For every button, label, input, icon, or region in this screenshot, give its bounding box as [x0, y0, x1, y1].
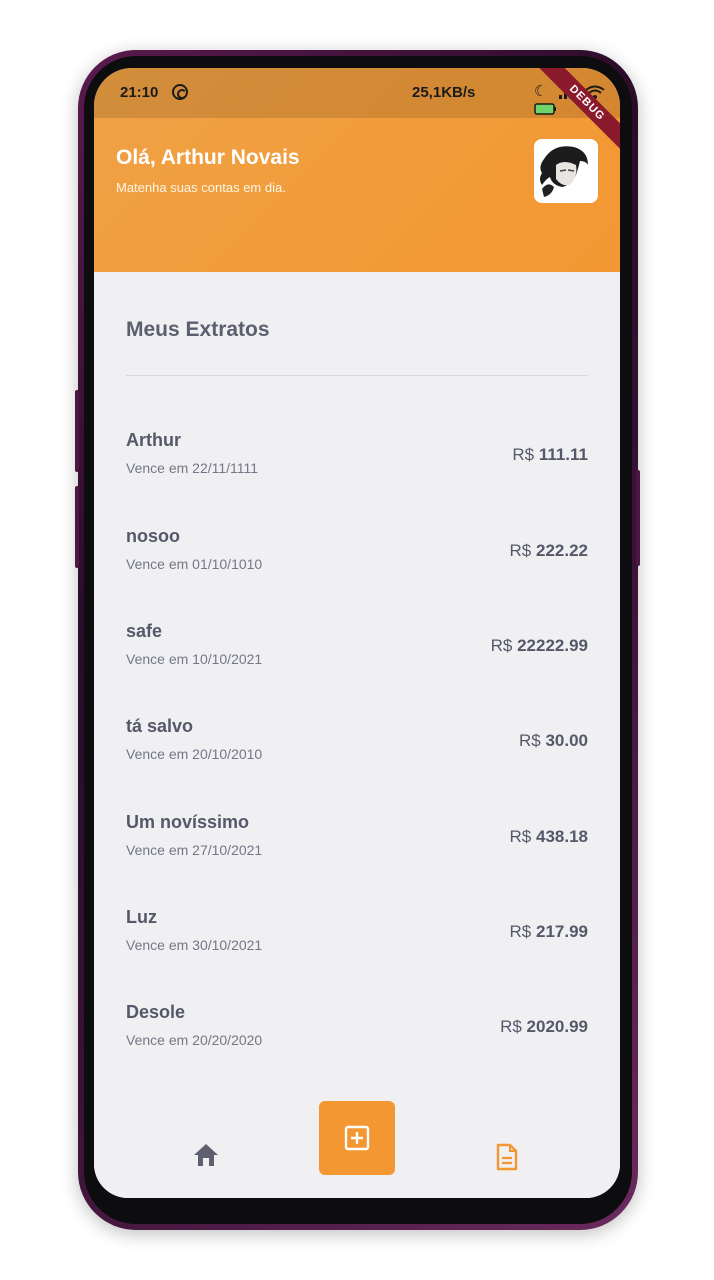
status-time: 21:10: [120, 84, 159, 101]
bill-name: safe: [126, 621, 163, 641]
bill-amount: R$ 30.00: [518, 731, 588, 750]
list-item[interactable]: Luz Vence em 30/10/2021 R$ 217.99: [126, 907, 588, 977]
nav-add-button[interactable]: [319, 1101, 395, 1175]
avatar-image: [534, 139, 598, 203]
list-item[interactable]: nosoo Vence em 01/10/1010 R$ 222.22: [126, 526, 588, 596]
bill-name: Desole: [126, 1002, 186, 1022]
bill-due-date: Vence em 20/10/2010: [126, 746, 263, 762]
avatar[interactable]: [534, 139, 598, 203]
add-box-icon: [344, 1125, 370, 1151]
list-item[interactable]: safe Vence em 10/10/2021 R$ 22222.99: [126, 621, 588, 691]
nav-home-button[interactable]: [192, 1142, 220, 1168]
bill-due-date: Vence em 22/11/1111: [126, 460, 259, 476]
bill-name: tá salvo: [126, 716, 194, 736]
app-screen: 21:10 25,1KB/s ☾ DEBUG Olá, Arthur Novai…: [94, 68, 620, 1198]
status-bar: 21:10 25,1KB/s ☾: [94, 68, 620, 118]
nav-statements-button[interactable]: [496, 1143, 518, 1171]
bill-name: Um novíssimo: [126, 812, 250, 832]
bill-amount: R$ 217.99: [509, 922, 588, 941]
list-item[interactable]: Um novíssimo Vence em 27/10/2021 R$ 438.…: [126, 812, 588, 882]
greeting-subtitle: Matenha suas contas em dia.: [116, 180, 286, 195]
bottom-nav: [94, 1088, 620, 1198]
statements-section: Meus Extratos Arthur Vence em 22/11/1111…: [94, 272, 620, 1198]
power-button: [636, 470, 640, 566]
sync-icon: [172, 84, 188, 100]
bill-name: Luz: [126, 907, 157, 927]
list-item[interactable]: Arthur Vence em 22/11/1111 R$ 111.11: [126, 430, 588, 500]
bill-name: Arthur: [126, 430, 181, 450]
bill-due-date: Vence em 01/10/1010: [126, 556, 263, 572]
bill-due-date: Vence em 27/10/2021: [126, 842, 263, 858]
bill-amount: R$ 222.22: [509, 541, 588, 560]
list-item[interactable]: tá salvo Vence em 20/10/2010 R$ 30.00: [126, 716, 588, 786]
bill-amount: R$ 22222.99: [490, 636, 588, 655]
bill-name: nosoo: [126, 526, 180, 546]
volume-down-button: [75, 486, 79, 568]
network-speed: 25,1KB/s: [412, 84, 476, 101]
moon-icon: ☾: [534, 83, 551, 100]
greeting-title: Olá, Arthur Novais: [116, 146, 300, 169]
header: 21:10 25,1KB/s ☾ DEBUG Olá, Arthur Novai…: [94, 68, 620, 272]
list-item[interactable]: Desole Vence em 20/20/2020 R$ 2020.99: [126, 1002, 588, 1072]
bill-amount: R$ 438.18: [509, 827, 588, 846]
volume-up-button: [75, 390, 79, 472]
home-icon: [194, 1144, 218, 1166]
bill-amount: R$ 2020.99: [500, 1017, 588, 1036]
battery-icon: [534, 103, 556, 115]
bill-due-date: Vence em 30/10/2021: [126, 937, 263, 953]
bill-due-date: Vence em 20/20/2020: [126, 1032, 263, 1048]
document-icon: [496, 1143, 518, 1171]
bill-amount: R$ 111.11: [512, 445, 588, 464]
divider: [126, 375, 588, 376]
section-title: Meus Extratos: [126, 318, 270, 341]
bill-due-date: Vence em 10/10/2021: [126, 651, 263, 667]
